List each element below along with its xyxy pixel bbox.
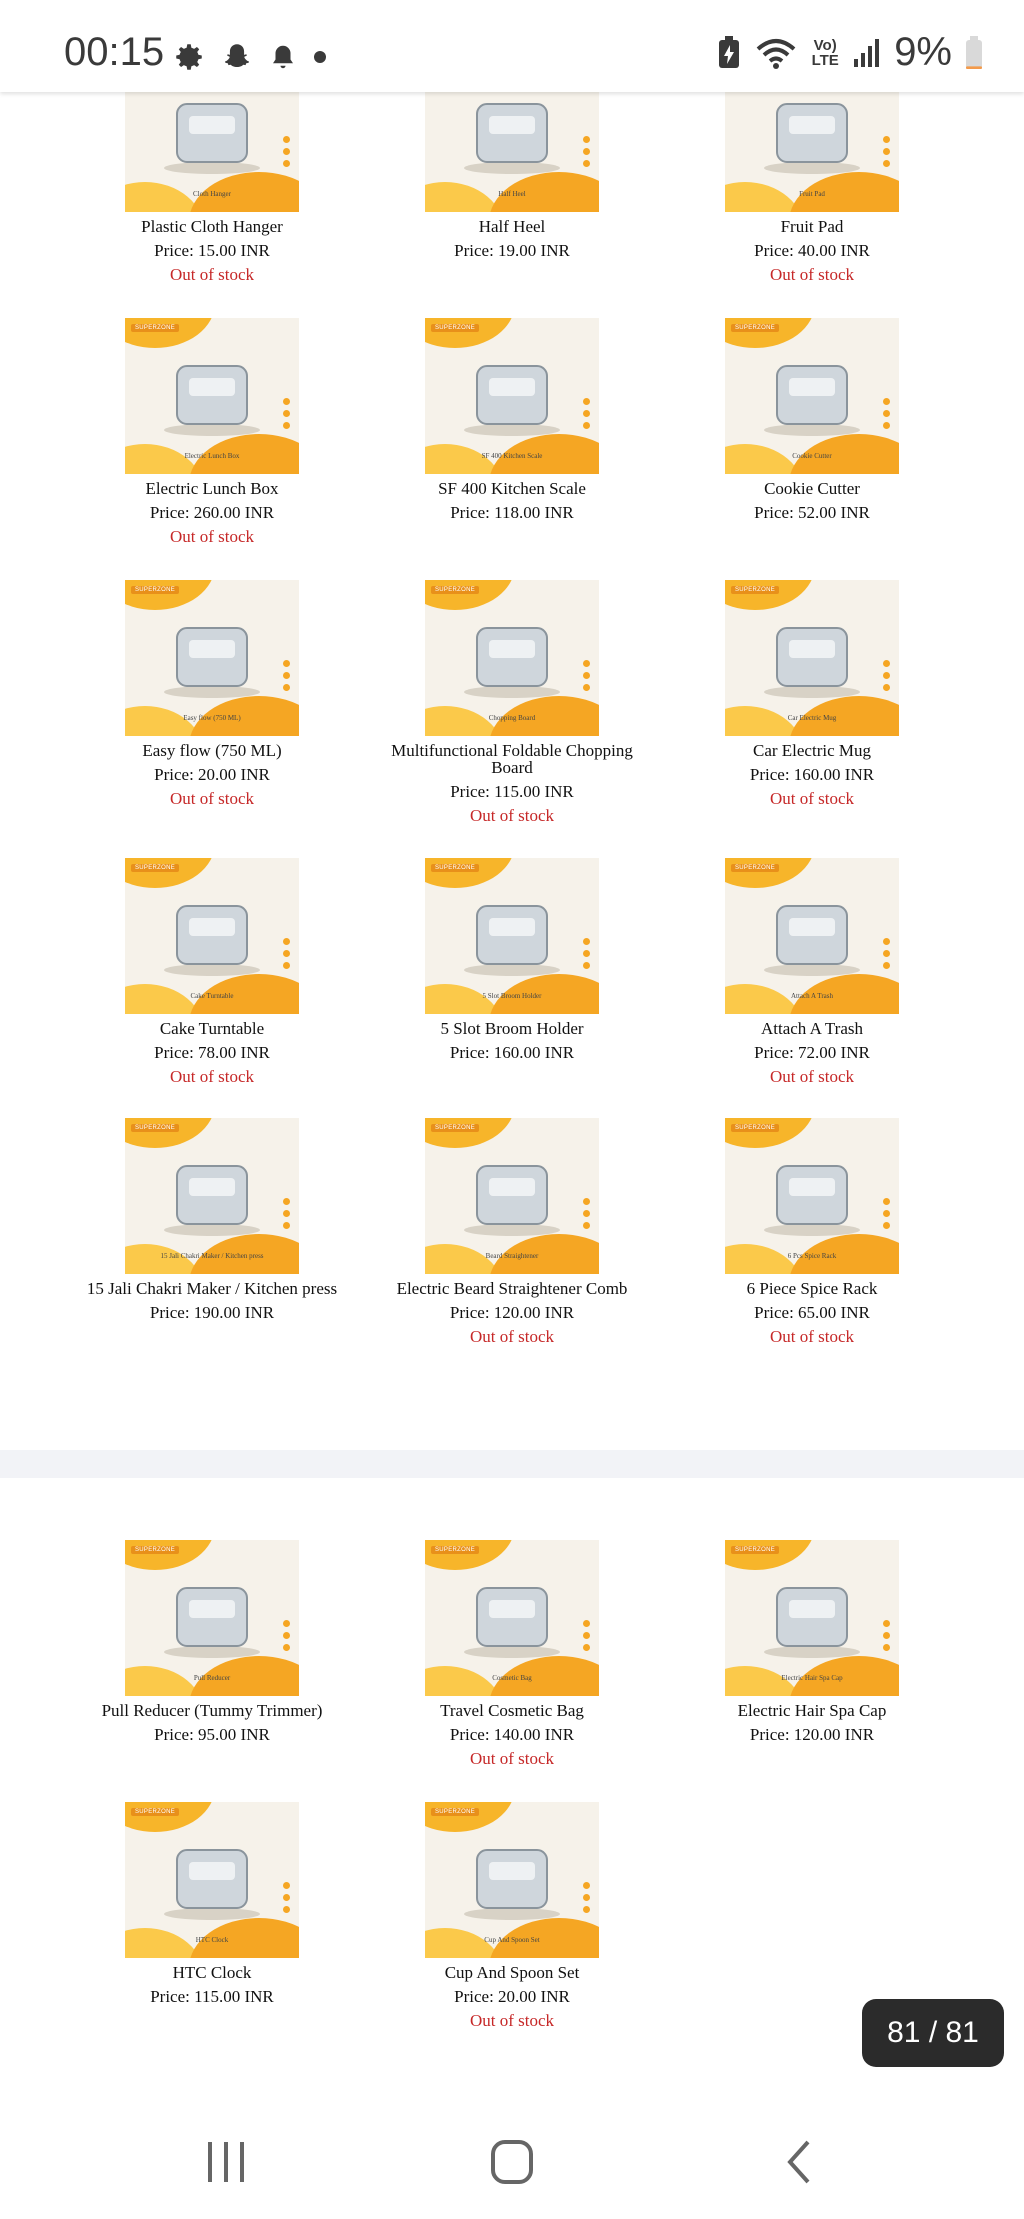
decor-dots xyxy=(283,1620,291,1656)
product-card[interactable]: SUPERZONE HTC Clock HTC Clock Price: 115… xyxy=(62,1802,362,2005)
out-of-stock-label: Out of stock xyxy=(469,2011,555,2030)
volte-icon: Vo) LTE xyxy=(811,36,839,69)
product-name[interactable]: Electric Hair Spa Cap xyxy=(662,1702,962,1719)
bell-icon xyxy=(273,45,293,69)
product-image-caption: Pull Reducer xyxy=(193,1674,231,1682)
status-left-icons xyxy=(172,40,328,74)
home-icon[interactable] xyxy=(472,2132,552,2192)
product-image[interactable]: SUPERZONE Electric Hair Spa Cap xyxy=(725,1540,899,1696)
product-card[interactable]: SUPERZONE Pull Reducer Pull Reducer (Tum… xyxy=(62,1540,362,1743)
navigation-bar xyxy=(0,2110,1024,2219)
product-price: Price: 140.00 INR xyxy=(449,1725,575,1744)
product-image[interactable]: SUPERZONE Pull Reducer xyxy=(125,1540,299,1696)
decor-dots xyxy=(583,1882,591,1918)
product-image-caption: Electric Hair Spa Cap xyxy=(781,1674,843,1682)
product-name[interactable]: HTC Clock xyxy=(62,1964,362,1981)
gear-icon xyxy=(176,44,202,70)
product-image-graphic xyxy=(164,1849,260,1920)
recents-icon[interactable] xyxy=(186,2132,266,2192)
page-counter: 81 / 81 xyxy=(862,1999,1004,2067)
product-image[interactable]: SUPERZONE Cosmetic Bag xyxy=(425,1540,599,1696)
dot-icon xyxy=(314,51,326,63)
out-of-stock-label: Out of stock xyxy=(469,1749,555,1768)
product-price: Price: 115.00 INR xyxy=(150,1987,274,2006)
decor-dots xyxy=(883,1620,891,1656)
brand-logo: SUPERZONE xyxy=(731,1546,780,1554)
product-image-caption: HTC Clock xyxy=(195,1936,229,1944)
status-bar: 00:15 Vo) LTE 9% xyxy=(0,0,1024,92)
back-icon[interactable] xyxy=(760,2132,840,2192)
brand-logo: SUPERZONE xyxy=(131,1808,180,1816)
product-card[interactable]: SUPERZONE Cosmetic Bag Travel Cosmetic B… xyxy=(362,1540,662,1767)
product-name[interactable]: Travel Cosmetic Bag xyxy=(362,1702,662,1719)
product-image-graphic xyxy=(464,1587,560,1658)
product-image-caption: Cup And Spoon Set xyxy=(484,1936,540,1944)
snapchat-icon xyxy=(224,44,250,68)
signal-icon xyxy=(854,38,880,67)
product-name[interactable]: Cup And Spoon Set xyxy=(362,1964,662,1981)
products-section-2: SUPERZONE Pull Reducer Pull Reducer (Tum… xyxy=(0,0,1024,2110)
battery-saver-icon xyxy=(719,35,740,68)
product-price: Price: 20.00 INR xyxy=(454,1987,570,2006)
product-card[interactable]: SUPERZONE Electric Hair Spa Cap Electric… xyxy=(662,1540,962,1743)
battery-icon xyxy=(966,35,982,69)
brand-logo: SUPERZONE xyxy=(431,1546,480,1554)
decor-dots xyxy=(583,1620,591,1656)
wifi-icon xyxy=(756,38,796,69)
product-image-graphic xyxy=(464,1849,560,1920)
brand-logo: SUPERZONE xyxy=(131,1546,180,1554)
product-image-graphic xyxy=(164,1587,260,1658)
product-image[interactable]: SUPERZONE Cup And Spoon Set xyxy=(425,1802,599,1958)
product-card[interactable]: SUPERZONE Cup And Spoon Set Cup And Spoo… xyxy=(362,1802,662,2029)
product-image-graphic xyxy=(764,1587,860,1658)
product-price: Price: 95.00 INR xyxy=(154,1725,270,1744)
decor-dots xyxy=(283,1882,291,1918)
product-image-caption: Cosmetic Bag xyxy=(492,1674,532,1682)
status-right-icons: Vo) LTE 9% xyxy=(716,30,984,75)
brand-logo: SUPERZONE xyxy=(431,1808,480,1816)
status-time: 00:15 xyxy=(64,30,165,74)
product-price: Price: 120.00 INR xyxy=(749,1725,875,1744)
battery-percent: 9% xyxy=(894,30,952,74)
product-name[interactable]: Pull Reducer (Tummy Trimmer) xyxy=(62,1702,362,1719)
product-image[interactable]: SUPERZONE HTC Clock xyxy=(125,1802,299,1958)
